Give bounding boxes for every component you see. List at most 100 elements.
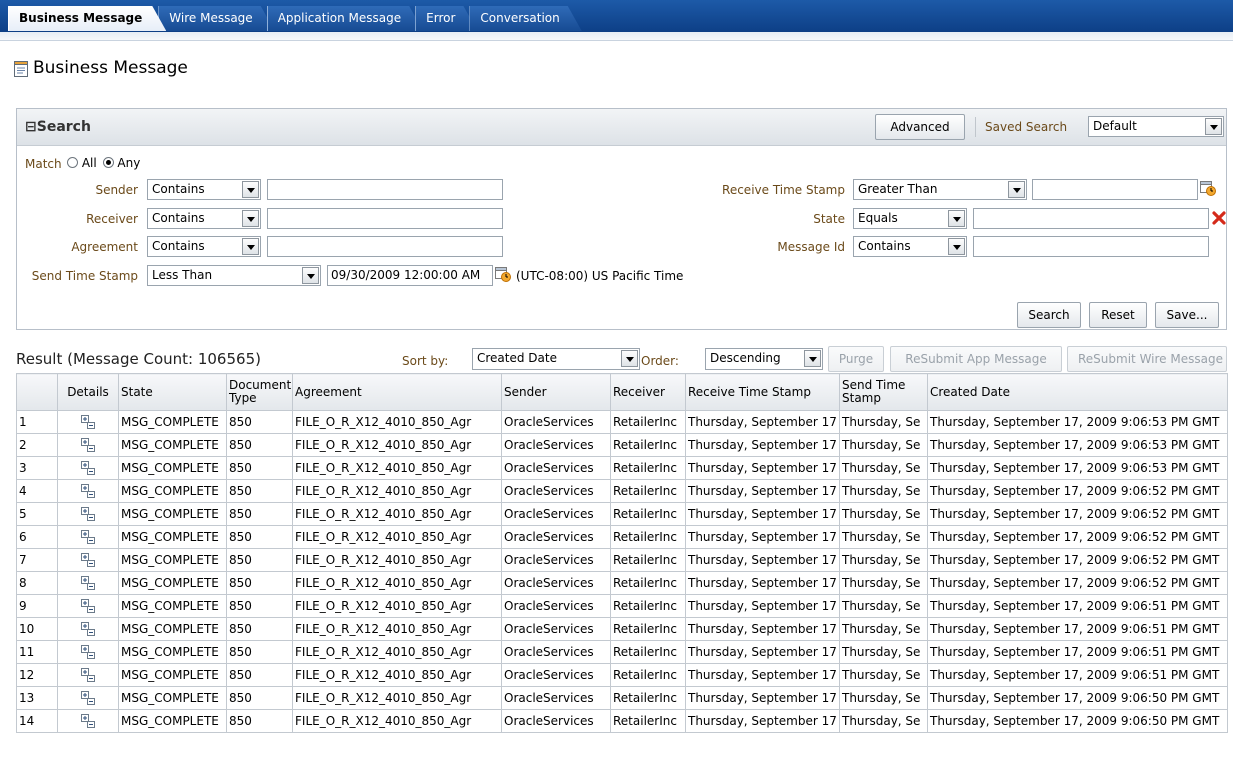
- tab-error[interactable]: Error: [415, 6, 477, 31]
- dropdown-arrow-icon[interactable]: [242, 238, 259, 255]
- cell-details[interactable]: [57, 433, 119, 457]
- message-id-operator-select[interactable]: Contains: [853, 236, 967, 257]
- send-timestamp-input[interactable]: 09/30/2009 12:00:00 AM: [327, 265, 493, 286]
- column-header-sender[interactable]: Sender: [501, 373, 611, 411]
- expand-details-icon[interactable]: [80, 713, 96, 729]
- tab-wire-message[interactable]: Wire Message: [158, 6, 274, 31]
- state-input[interactable]: [973, 208, 1209, 229]
- search-title[interactable]: ⊟Search: [25, 119, 91, 135]
- cell-document-type: 850: [226, 663, 293, 687]
- sender-operator-select[interactable]: Contains: [147, 179, 261, 200]
- cell-details[interactable]: [57, 548, 119, 572]
- table-row[interactable]: 11 MSG_COMPLETE 850 FILE_O_R_X12_4010_850_A…: [16, 640, 1228, 664]
- cell-details[interactable]: [57, 686, 119, 710]
- column-header-document-type[interactable]: Document Type: [226, 373, 293, 411]
- receiver-operator-select[interactable]: Contains: [147, 208, 261, 229]
- dropdown-arrow-icon[interactable]: [1205, 118, 1222, 135]
- column-header-details[interactable]: Details: [57, 373, 119, 411]
- state-operator-select[interactable]: Equals: [853, 208, 967, 229]
- save-button[interactable]: Save...: [1155, 302, 1219, 328]
- table-row[interactable]: 12 MSG_COMPLETE 850 FILE_O_R_X12_4010_850_A…: [16, 663, 1228, 687]
- cell-details[interactable]: [57, 410, 119, 434]
- purge-button[interactable]: Purge: [828, 346, 884, 372]
- receive-timestamp-input[interactable]: [1032, 179, 1198, 200]
- column-header-agreement[interactable]: Agreement: [292, 373, 502, 411]
- resubmit-wire-message-button[interactable]: ReSubmit Wire Message: [1067, 346, 1227, 372]
- tab-conversation[interactable]: Conversation: [469, 6, 581, 31]
- expand-details-icon[interactable]: [80, 506, 96, 522]
- cell-details[interactable]: [57, 663, 119, 687]
- saved-search-select[interactable]: Default: [1088, 116, 1224, 137]
- column-header-send-time-stamp[interactable]: Send Time Stamp: [839, 373, 928, 411]
- receive-timestamp-operator-select[interactable]: Greater Than: [853, 179, 1027, 200]
- cell-details[interactable]: [57, 502, 119, 526]
- table-row[interactable]: 6 MSG_COMPLETE 850 FILE_O_R_X12_4010_850_Ag…: [16, 525, 1228, 549]
- reset-button[interactable]: Reset: [1089, 302, 1147, 328]
- table-row[interactable]: 14 MSG_COMPLETE 850 FILE_O_R_X12_4010_850_A…: [16, 709, 1228, 733]
- expand-details-icon[interactable]: [80, 437, 96, 453]
- expand-details-icon[interactable]: [80, 460, 96, 476]
- dropdown-arrow-icon[interactable]: [242, 181, 259, 198]
- cell-details[interactable]: [57, 594, 119, 618]
- expand-details-icon[interactable]: [80, 690, 96, 706]
- tab-application-message[interactable]: Application Message: [267, 6, 423, 31]
- expand-details-icon[interactable]: [80, 529, 96, 545]
- agreement-operator-select[interactable]: Contains: [147, 236, 261, 257]
- cell-details[interactable]: [57, 571, 119, 595]
- calendar-clock-icon[interactable]: [1200, 180, 1216, 196]
- receiver-input[interactable]: [267, 208, 503, 229]
- table-row[interactable]: 3 MSG_COMPLETE 850 FILE_O_R_X12_4010_850_Ag…: [16, 456, 1228, 480]
- tab-business-message[interactable]: Business Message: [8, 6, 166, 31]
- expand-details-icon[interactable]: [80, 575, 96, 591]
- sort-by-select[interactable]: Created Date: [472, 348, 640, 370]
- dropdown-arrow-icon[interactable]: [242, 210, 259, 227]
- match-any-radio[interactable]: [102, 157, 114, 168]
- match-all-radio[interactable]: [67, 157, 78, 168]
- resubmit-app-message-button[interactable]: ReSubmit App Message: [890, 346, 1062, 372]
- expand-details-icon[interactable]: [80, 483, 96, 499]
- cell-details[interactable]: [57, 456, 119, 480]
- table-row[interactable]: 1 MSG_COMPLETE 850 FILE_O_R_X12_4010_850_Ag…: [16, 410, 1228, 434]
- dropdown-arrow-icon[interactable]: [948, 238, 965, 255]
- agreement-input[interactable]: [267, 236, 503, 257]
- sender-input[interactable]: [267, 179, 503, 200]
- calendar-clock-icon[interactable]: [495, 266, 511, 282]
- cell-details[interactable]: [57, 479, 119, 503]
- table-row[interactable]: 7 MSG_COMPLETE 850 FILE_O_R_X12_4010_850_Ag…: [16, 548, 1228, 572]
- dropdown-arrow-icon[interactable]: [621, 350, 638, 367]
- message-id-input[interactable]: [973, 236, 1209, 257]
- dropdown-arrow-icon[interactable]: [804, 350, 821, 367]
- collapse-icon[interactable]: ⊟: [25, 119, 37, 135]
- table-row[interactable]: 9 MSG_COMPLETE 850 FILE_O_R_X12_4010_850_Ag…: [16, 594, 1228, 618]
- dropdown-arrow-icon[interactable]: [948, 210, 965, 227]
- dropdown-arrow-icon[interactable]: [1008, 181, 1025, 198]
- table-row[interactable]: 10 MSG_COMPLETE 850 FILE_O_R_X12_4010_850_A…: [16, 617, 1228, 641]
- column-header-created-date[interactable]: Created Date: [927, 373, 1228, 411]
- column-header-receiver[interactable]: Receiver: [610, 373, 686, 411]
- expand-details-icon[interactable]: [80, 552, 96, 568]
- table-row[interactable]: 5 MSG_COMPLETE 850 FILE_O_R_X12_4010_850_Ag…: [16, 502, 1228, 526]
- table-row[interactable]: 4 MSG_COMPLETE 850 FILE_O_R_X12_4010_850_Ag…: [16, 479, 1228, 503]
- expand-details-icon[interactable]: [80, 414, 96, 430]
- column-header-state[interactable]: State: [118, 373, 227, 411]
- expand-details-icon[interactable]: [80, 667, 96, 683]
- search-button[interactable]: Search: [1017, 302, 1081, 328]
- table-row[interactable]: 2 MSG_COMPLETE 850 FILE_O_R_X12_4010_850_Ag…: [16, 433, 1228, 457]
- advanced-button[interactable]: Advanced: [875, 114, 965, 140]
- cell-details[interactable]: [57, 640, 119, 664]
- cell-send-time-stamp: Thursday, Se: [839, 640, 928, 664]
- cell-details[interactable]: [57, 617, 119, 641]
- table-row[interactable]: 13 MSG_COMPLETE 850 FILE_O_R_X12_4010_850_A…: [16, 686, 1228, 710]
- cell-details[interactable]: [57, 709, 119, 733]
- cell-details[interactable]: [57, 525, 119, 549]
- send-timestamp-operator-select[interactable]: Less Than: [147, 265, 321, 286]
- expand-details-icon[interactable]: [80, 644, 96, 660]
- delete-icon[interactable]: [1212, 211, 1226, 225]
- column-header-receive-time-stamp[interactable]: Receive Time Stamp: [685, 373, 840, 411]
- search-header[interactable]: ⊟Search Advanced Saved Search Default: [17, 109, 1226, 146]
- dropdown-arrow-icon[interactable]: [302, 267, 319, 284]
- expand-details-icon[interactable]: [80, 598, 96, 614]
- table-row[interactable]: 8 MSG_COMPLETE 850 FILE_O_R_X12_4010_850_Ag…: [16, 571, 1228, 595]
- order-select[interactable]: Descending: [705, 348, 823, 370]
- expand-details-icon[interactable]: [80, 621, 96, 637]
